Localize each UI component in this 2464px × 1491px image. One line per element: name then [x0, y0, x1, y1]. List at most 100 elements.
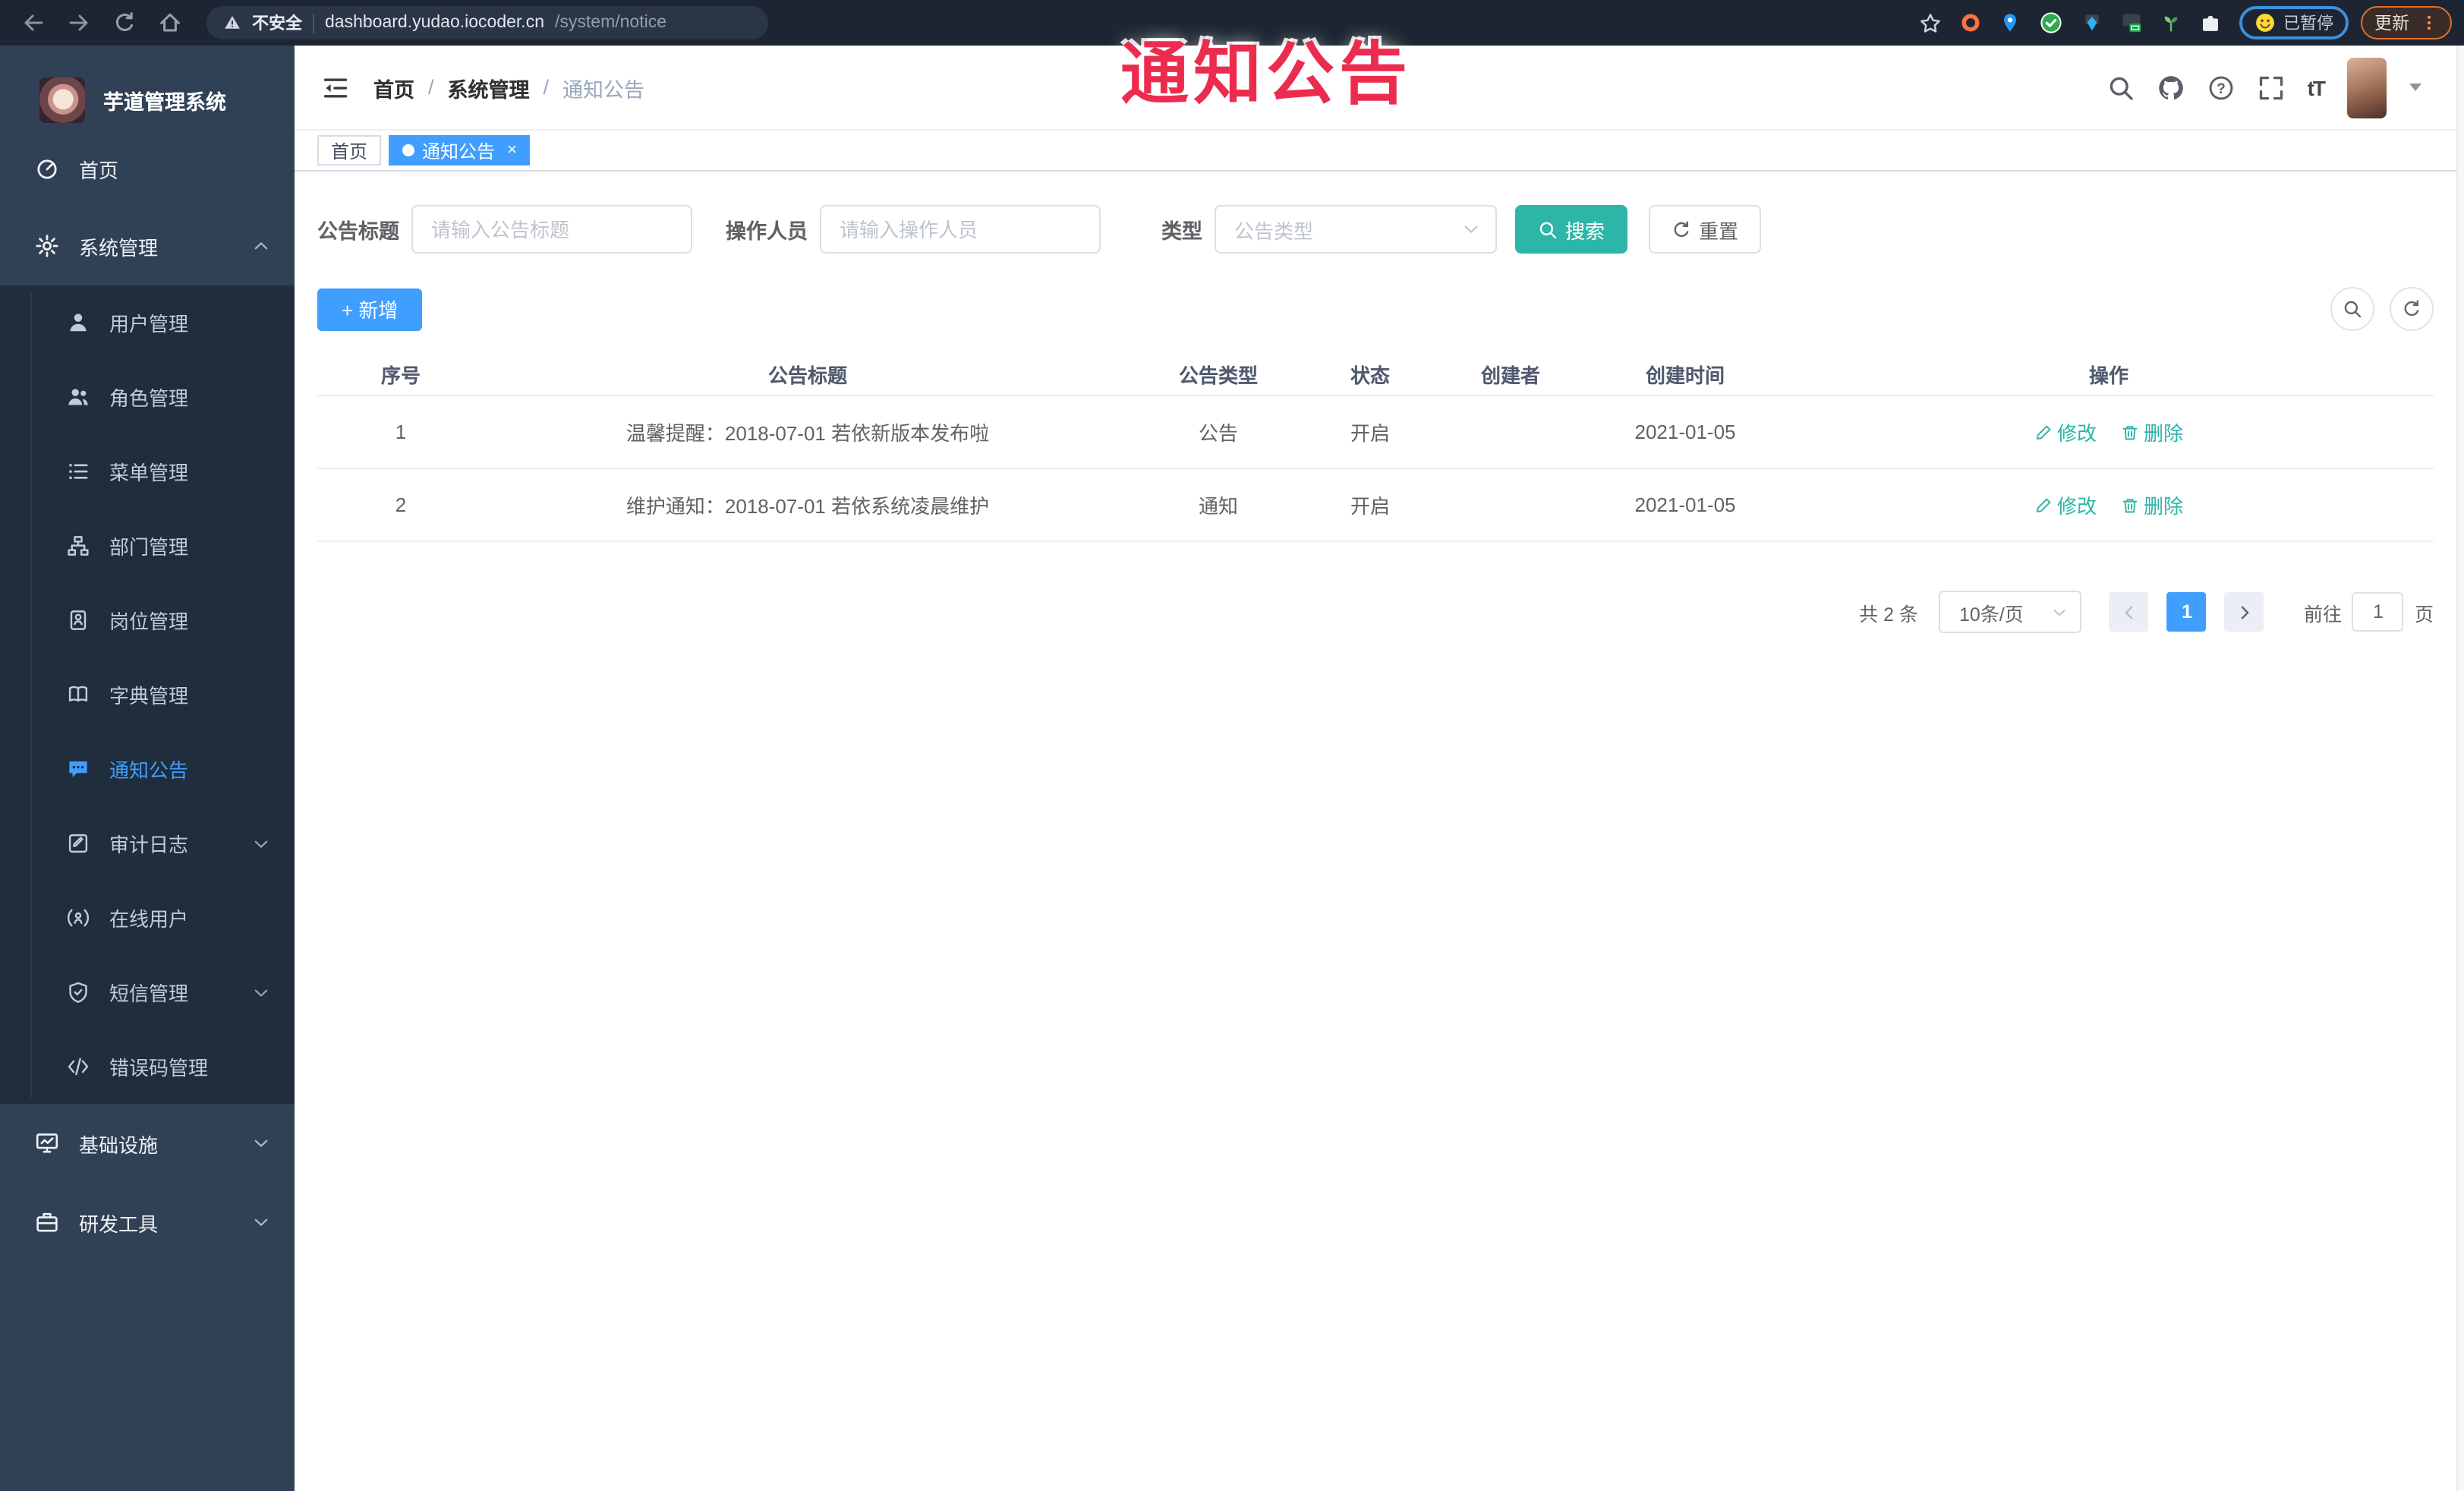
goto-label: 前往 [2303, 604, 2342, 625]
extension-check-icon[interactable] [2039, 11, 2063, 35]
profile-paused-chip[interactable]: 已暂停 [2239, 6, 2349, 39]
toggle-search-icon [2343, 299, 2362, 319]
header-search-icon[interactable] [2107, 74, 2135, 101]
cell-time: 2021-01-05 [1634, 421, 1736, 443]
page-size-select[interactable]: 10条/页 [1939, 591, 2082, 633]
browser-update-button[interactable]: 更新 [2361, 6, 2452, 39]
tag-notice-active[interactable]: 通知公告 × [389, 135, 531, 165]
extension-icons [1960, 11, 2221, 35]
extension-location-pin-icon[interactable] [1999, 12, 2021, 33]
sidebar-item-dictionary[interactable]: 字典管理 [0, 657, 295, 732]
sidebar-item-users[interactable]: 用户管理 [0, 285, 295, 360]
operator-input[interactable] [820, 205, 1101, 254]
add-button[interactable]: + 新增 [317, 288, 423, 330]
tag-home-label: 首页 [331, 140, 368, 162]
table-row: 1 温馨提醒：2018-07-01 若依新版本发布啦 公告 开启 2021-01… [317, 396, 2434, 469]
sidebar-item-error-codes[interactable]: 错误码管理 [0, 1029, 295, 1104]
sidebar-item-roles[interactable]: 角色管理 [0, 360, 295, 434]
tag-close-icon[interactable]: × [507, 141, 517, 159]
prev-page-button[interactable] [2109, 592, 2149, 632]
extension-sprout-icon[interactable] [2160, 12, 2182, 33]
sidebar-item-audit-log[interactable]: 审计日志 [0, 806, 295, 881]
browser-back-icon[interactable] [21, 11, 46, 35]
breadcrumb-system[interactable]: 系统管理 [448, 72, 530, 102]
sidebar-item-posts[interactable]: 岗位管理 [0, 583, 295, 657]
sidebar-item-notice[interactable]: 通知公告 [0, 732, 295, 806]
edit-link[interactable]: 修改 [2034, 490, 2097, 519]
operator-label: 操作人员 [726, 220, 808, 243]
sidebar-item-infrastructure[interactable]: 基础设施 [0, 1104, 295, 1183]
sidebar-item-system[interactable]: 系统管理 [0, 206, 295, 285]
type-select[interactable]: 公告类型 [1215, 205, 1497, 254]
notice-table: 序号 公告标题 公告类型 状态 创建者 创建时间 操作 1 温馨提醒：2018-… [317, 354, 2434, 542]
extension-on-badge-icon[interactable] [2121, 12, 2142, 33]
github-icon[interactable] [2157, 74, 2185, 101]
page-scrollbar[interactable] [2456, 46, 2464, 1491]
next-page-button[interactable] [2224, 592, 2264, 632]
toggle-search-button[interactable] [2330, 287, 2374, 331]
browser-chrome: 不安全 dashboard.yudao.iocoder.cn/system/no… [0, 0, 2464, 46]
tag-home[interactable]: 首页 [317, 135, 382, 165]
font-size-icon[interactable]: tT [2308, 75, 2326, 99]
browser-reload-icon[interactable] [112, 11, 137, 35]
goto-page-input[interactable] [2352, 592, 2404, 632]
code-icon [67, 1055, 90, 1078]
badge-icon [67, 609, 90, 632]
edit-pencil-icon [2034, 496, 2053, 514]
col-header-actions: 操作 [2088, 364, 2128, 387]
extensions-puzzle-icon[interactable] [2200, 12, 2221, 33]
reset-button[interactable]: 重置 [1649, 205, 1762, 254]
pagination-total: 共 2 条 [1859, 604, 1918, 625]
cell-type: 通知 [1198, 495, 1238, 518]
sidebar-item-dev-tools[interactable]: 研发工具 [0, 1183, 295, 1262]
extension-diamond-icon[interactable] [2081, 12, 2103, 33]
refresh-table-button[interactable] [2390, 287, 2434, 331]
filter-form: 公告标题 操作人员 类型 公告类型 搜索 重置 [317, 205, 2434, 254]
chevron-down-icon [252, 983, 270, 1001]
browser-forward-icon[interactable] [67, 11, 91, 35]
notice-title-input[interactable] [411, 205, 692, 254]
avatar-dropdown-caret-icon[interactable] [2409, 84, 2421, 97]
sidebar-item-departments[interactable]: 部门管理 [0, 509, 295, 583]
address-bar[interactable]: 不安全 dashboard.yudao.iocoder.cn/system/no… [206, 6, 768, 39]
cell-title: 维护通知：2018-07-01 若依系统凌晨维护 [625, 495, 990, 518]
help-icon[interactable] [2207, 74, 2235, 101]
cell-no: 1 [395, 421, 407, 443]
address-divider [313, 13, 314, 33]
user-avatar[interactable] [2347, 57, 2387, 118]
sidebar-item-online-users[interactable]: 在线用户 [0, 881, 295, 955]
delete-link[interactable]: 删除 [2121, 418, 2183, 446]
app-logo-row[interactable]: 芋道管理系统 [0, 70, 295, 131]
shield-icon [67, 981, 90, 1004]
col-header-type: 公告类型 [1178, 364, 1258, 387]
sidebar-item-home[interactable]: 首页 [0, 131, 295, 206]
gear-icon [35, 234, 59, 258]
update-label: 更新 [2374, 15, 2409, 33]
breadcrumb-home[interactable]: 首页 [373, 72, 414, 102]
edit-link[interactable]: 修改 [2034, 418, 2097, 446]
sidebar-item-menus[interactable]: 菜单管理 [0, 434, 295, 509]
browser-home-icon[interactable] [158, 11, 182, 35]
tag-notice-label: 通知公告 [422, 140, 496, 162]
sidebar-collapse-icon[interactable] [322, 74, 349, 101]
page-content: 公告标题 操作人员 类型 公告类型 搜索 重置 [295, 205, 2464, 633]
cell-time: 2021-01-05 [1634, 493, 1736, 516]
monitor-chart-icon [35, 1131, 59, 1155]
page-number-1[interactable]: 1 [2166, 592, 2207, 632]
app-title: 芋道管理系统 [103, 91, 226, 114]
browser-menu-dots-icon[interactable] [2420, 14, 2438, 32]
url-path: /system/notice [555, 14, 666, 32]
audit-log-icon [67, 832, 90, 855]
extension-ring-icon[interactable] [1960, 12, 1981, 33]
cell-status: 开启 [1350, 422, 1390, 445]
sidebar-item-sms[interactable]: 短信管理 [0, 955, 295, 1029]
bookmark-star-icon[interactable] [1919, 11, 1942, 34]
system-submenu: 用户管理 角色管理 菜单管理 部门管理 岗位管理 字典管理 通知公告 审计日志 … [0, 285, 295, 1104]
delete-link[interactable]: 删除 [2121, 490, 2183, 519]
search-button-label: 搜索 [1565, 219, 1605, 242]
fullscreen-icon[interactable] [2258, 74, 2285, 101]
users-icon [67, 386, 90, 408]
col-header-creator: 创建者 [1480, 364, 1540, 387]
cell-type: 公告 [1198, 422, 1238, 445]
search-button[interactable]: 搜索 [1515, 205, 1628, 254]
